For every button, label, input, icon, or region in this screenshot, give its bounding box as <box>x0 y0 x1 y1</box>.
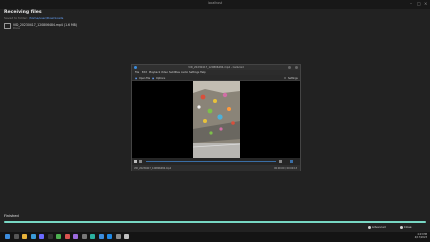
clock[interactable]: 4:23 PM 4/17/2023 <box>415 233 427 239</box>
advanced-icon <box>368 225 371 229</box>
window-titlebar: localhost – □ × <box>0 0 430 9</box>
options-icon[interactable]: ▣ <box>152 77 154 80</box>
files-icon[interactable] <box>22 234 27 239</box>
progress-fill <box>4 221 426 224</box>
menu-item[interactable]: Audio <box>181 71 188 74</box>
maximize-icon[interactable]: □ <box>417 2 421 6</box>
settings-icon[interactable]: ⚙ <box>284 77 286 80</box>
window-title: localhost <box>207 1 223 5</box>
mail-icon[interactable] <box>98 234 104 239</box>
windows-icon[interactable] <box>5 234 10 239</box>
play-icon[interactable] <box>134 160 137 163</box>
menu-item[interactable]: File <box>135 71 139 74</box>
file-name[interactable]: VID_20230417_120806484.mp4 (1.6 MB) <box>13 23 77 27</box>
menu-item[interactable]: Video <box>161 71 168 74</box>
video-frame <box>193 81 240 158</box>
chat-icon[interactable] <box>90 234 95 239</box>
open-file-button[interactable]: Open File <box>139 77 150 80</box>
player-title: VID_20230417_120806484.mp4 - Celluloid <box>188 65 244 69</box>
menu-item[interactable]: Subtitles <box>169 71 180 74</box>
folder-link[interactable]: /home/user/Downloads <box>29 16 64 20</box>
photos-icon[interactable] <box>56 234 61 239</box>
close-button[interactable]: Close <box>400 225 412 230</box>
file-icon <box>4 23 11 29</box>
advanced-button[interactable]: Advanced <box>368 225 386 230</box>
fullscreen-icon[interactable] <box>290 160 293 163</box>
open-file-icon[interactable]: ▣ <box>135 77 137 80</box>
status-filename: VID_20230417_120806484.mp4 <box>134 166 172 170</box>
stop-icon[interactable] <box>139 160 142 163</box>
menu-item[interactable]: Edit <box>142 71 147 74</box>
close-icon[interactable]: × <box>424 2 427 6</box>
editor-icon[interactable] <box>64 234 70 239</box>
player-controls <box>132 158 300 165</box>
progress-track <box>4 221 426 224</box>
receiving-title: Receiving files <box>4 10 42 15</box>
settings-button[interactable]: Settings <box>288 77 298 80</box>
seek-bar[interactable] <box>146 161 276 163</box>
menu-item[interactable]: Playback <box>149 71 160 74</box>
clock-date: 4/17/2023 <box>414 236 427 239</box>
store-icon[interactable] <box>39 234 44 239</box>
desktop-screen: localhost – □ × Receiving files Saved to… <box>0 0 430 242</box>
media-player-window[interactable]: VID_20230417_120806484.mp4 - Celluloid F… <box>131 64 301 172</box>
search-icon[interactable] <box>13 234 19 239</box>
file-status: Done <box>13 26 20 30</box>
browser-icon[interactable] <box>30 234 36 239</box>
options-button[interactable]: Options <box>156 77 165 80</box>
game-icon[interactable] <box>124 234 129 239</box>
terminal-icon[interactable] <box>47 234 53 239</box>
player-minimize-icon[interactable] <box>288 66 291 69</box>
music-icon[interactable] <box>73 234 78 239</box>
player-close-icon[interactable] <box>295 66 298 69</box>
player-statusbar: VID_20230417_120806484.mp4 00:00:00 / 00… <box>132 165 300 172</box>
close-button-icon <box>400 225 403 229</box>
settings-icon[interactable] <box>81 234 87 239</box>
minimize-icon[interactable]: – <box>410 2 412 6</box>
receiving-subtitle: Saved to folder: /home/user/Downloads <box>4 16 63 20</box>
video-frame-image <box>193 81 240 158</box>
menu-item[interactable]: Help <box>200 71 206 74</box>
finished-label: Finished <box>4 214 19 218</box>
status-time: 00:00:00 / 00:00:13 <box>274 166 297 170</box>
volume-icon[interactable] <box>279 160 282 163</box>
advanced-label: Advanced <box>371 225 386 229</box>
tools-icon[interactable] <box>115 234 121 239</box>
close-label: Close <box>403 225 412 229</box>
menu-item[interactable]: Settings <box>189 71 199 74</box>
code-icon[interactable] <box>107 234 112 239</box>
subtitle-prefix: Saved to folder: <box>4 16 29 20</box>
video-area[interactable] <box>132 81 300 158</box>
